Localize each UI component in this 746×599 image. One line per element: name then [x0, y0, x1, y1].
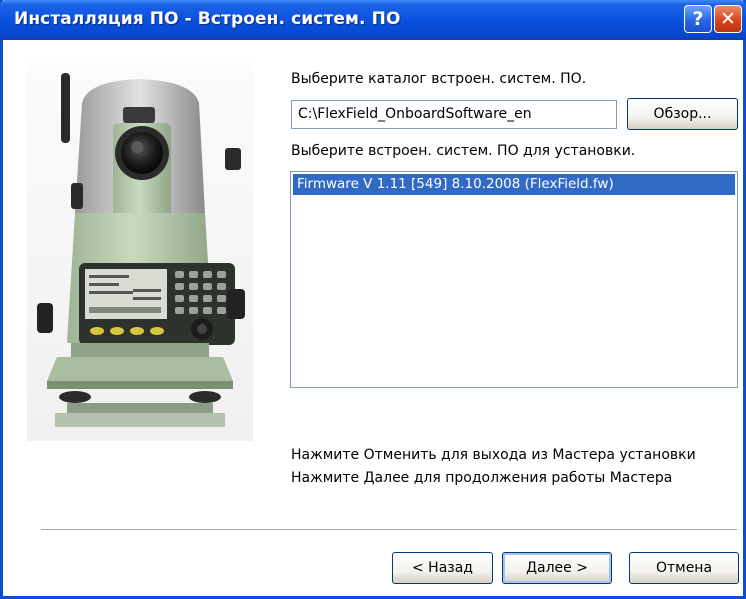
help-icon: ? [692, 8, 704, 30]
close-icon: ✕ [720, 8, 736, 30]
next-button[interactable]: Далее > [502, 552, 612, 584]
total-station-image [27, 63, 253, 441]
cancel-button-label: Отмена [655, 560, 713, 576]
dialog-body: Выберите каталог встроен. систем. ПО. C:… [3, 40, 743, 596]
cancel-hint-text: Нажмите Отменить для выхода из Мастера у… [291, 447, 696, 463]
directory-label: Выберите каталог встроен. систем. ПО. [291, 71, 587, 87]
title-bar[interactable]: Инсталляция ПО - Встроен. систем. ПО ? ✕ [0, 0, 746, 40]
list-item[interactable]: Firmware V 1.11 [549] 8.10.2008 (FlexFie… [293, 174, 735, 195]
browse-button[interactable]: Обзор... [627, 98, 738, 130]
firmware-listbox[interactable]: Firmware V 1.11 [549] 8.10.2008 (FlexFie… [290, 171, 738, 388]
window-title: Инсталляция ПО - Встроен. систем. ПО [14, 9, 401, 29]
browse-button-label: Обзор... [653, 106, 712, 122]
back-button-label: < Назад [412, 560, 473, 576]
cancel-button[interactable]: Отмена [629, 552, 739, 584]
directory-path-field[interactable]: C:\FlexField_OnboardSoftware_en [291, 100, 617, 129]
footer-divider [41, 529, 737, 531]
close-button[interactable]: ✕ [714, 5, 742, 33]
back-button[interactable]: < Назад [392, 552, 493, 584]
next-button-label: Далее > [526, 560, 588, 576]
next-hint-text: Нажмите Далее для продолжения работы Мас… [291, 470, 673, 486]
select-firmware-label: Выберите встроен. систем. ПО для установ… [291, 143, 636, 159]
installer-window: Инсталляция ПО - Встроен. систем. ПО ? ✕ [0, 0, 746, 599]
help-button[interactable]: ? [684, 5, 712, 33]
